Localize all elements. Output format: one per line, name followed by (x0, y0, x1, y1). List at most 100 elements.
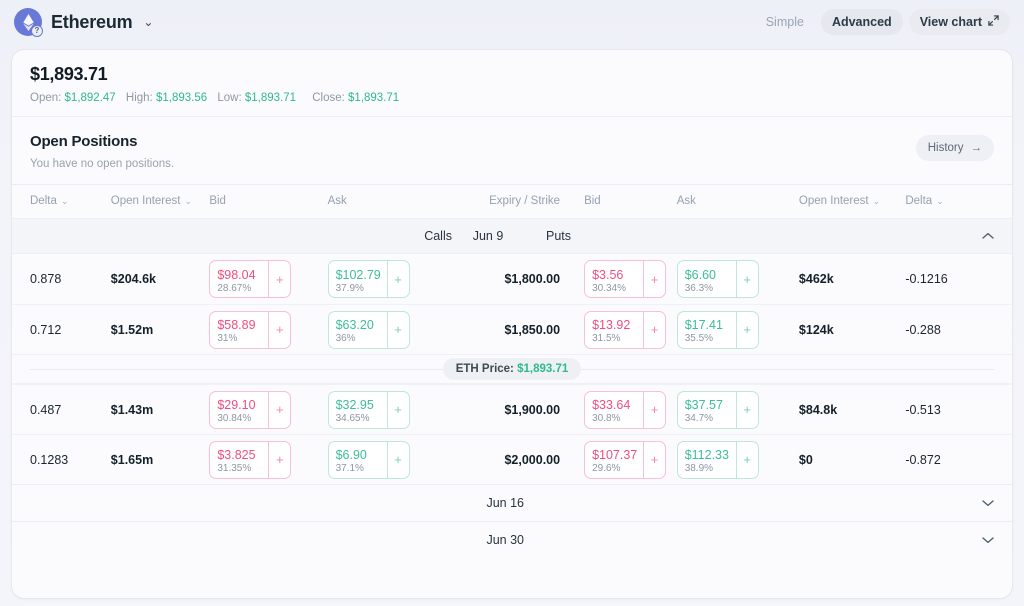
add-icon[interactable]: + (386, 391, 409, 428)
mode-tab-simple[interactable]: Simple (755, 9, 815, 35)
column-label: Delta (30, 195, 57, 207)
call-bid-quote[interactable]: $98.04 28.67% + (209, 260, 292, 298)
chevron-down-icon: ⌄ (184, 195, 193, 206)
call-ask-quote[interactable]: $32.95 34.65% + (327, 390, 410, 429)
put-bid-cell: $33.64 30.8% + (560, 390, 677, 429)
put-delta: -0.288 (905, 322, 941, 337)
call-delta: 0.487 (30, 402, 62, 417)
quote-values: $3.56 30.34% (585, 261, 643, 297)
call-ask-quote[interactable]: $102.79 37.9% + (327, 260, 410, 298)
call-bid-quote[interactable]: $3.825 31.35% + (209, 440, 292, 479)
asset-badge-icon: ? (31, 25, 43, 37)
expiry-label: Jun 16 (486, 496, 524, 510)
view-chart-button[interactable]: View chart (908, 9, 1010, 35)
put-ask-quote[interactable]: $17.41 35.5% + (676, 310, 759, 349)
quote-iv: 37.9% (335, 282, 364, 294)
quote-values: $58.89 31% (210, 312, 268, 348)
price-header: $1,893.71 Open: $1,892.47 High: $1,893.5… (12, 50, 1012, 116)
add-icon[interactable]: + (386, 261, 409, 297)
ohlc-summary: Open: $1,892.47 High: $1,893.56 Low: $1,… (30, 92, 994, 104)
quote-iv: 30.8% (592, 413, 621, 424)
add-icon[interactable]: + (735, 391, 758, 428)
call-bid-cell: $3.825 31.35% + (209, 440, 327, 479)
put-delta: -0.513 (905, 402, 941, 417)
column-header-delta-puts[interactable]: Delta ⌄ (905, 195, 994, 207)
add-icon[interactable]: + (386, 311, 409, 348)
put-ask-cell: $17.41 35.5% + (676, 310, 795, 349)
add-icon[interactable]: + (268, 261, 290, 297)
options-table-body: 0.878 $204.6k $98.04 28.67% + $102.79 37… (12, 254, 1012, 598)
expiry-group-header-collapsed[interactable]: Jun 16 (12, 484, 1012, 521)
call-bid-quote[interactable]: $58.89 31% + (209, 310, 292, 349)
quote-values: $98.04 28.67% (210, 261, 268, 297)
column-header-open-interest-puts[interactable]: Open Interest ⌄ (795, 195, 905, 207)
call-ask-quote[interactable]: $6.90 37.1% + (327, 440, 410, 479)
chevron-down-icon[interactable] (524, 533, 1012, 547)
call-open-interest: $204.6k (110, 272, 156, 286)
put-bid-quote[interactable]: $107.37 29.6% + (584, 440, 667, 479)
add-icon[interactable]: + (643, 311, 665, 348)
add-icon[interactable]: + (643, 261, 665, 297)
quote-price: $13.92 (592, 318, 631, 332)
put-open-interest: $0 (798, 452, 813, 467)
collapse-toggle[interactable] (604, 229, 1012, 243)
expiry-group-header-jun-9[interactable]: Calls Jun 9 Puts (12, 219, 1012, 254)
put-ask-quote[interactable]: $6.60 36.3% + (676, 260, 759, 298)
quote-values: $37.57 34.7% (678, 392, 736, 428)
expiry-label: Jun 9 (472, 229, 504, 243)
column-header-delta-calls[interactable]: Delta ⌄ (12, 195, 111, 207)
ohlc-open-label: Open: (30, 92, 62, 104)
put-ask-quote[interactable]: $112.33 38.9% + (676, 440, 759, 479)
mode-tab-advanced[interactable]: Advanced (820, 9, 903, 35)
put-ask-quote[interactable]: $37.57 34.7% + (676, 390, 759, 429)
call-open-interest: $1.65m (110, 452, 154, 467)
quote-values: $63.20 36% (329, 312, 387, 348)
add-icon[interactable]: + (268, 391, 290, 428)
column-label: Expiry / Strike (489, 195, 561, 207)
option-chain-row: 0.712 $1.52m $58.89 31% + $63.20 36% + $… (12, 304, 1012, 354)
call-ask-cell: $6.90 37.1% + (327, 440, 448, 479)
quote-price: $107.37 (592, 448, 638, 462)
quote-values: $102.79 37.9% (329, 261, 387, 297)
history-button[interactable]: History → (915, 135, 994, 161)
spot-price: $1,893.71 (30, 64, 108, 84)
add-icon[interactable]: + (643, 441, 665, 478)
calls-label: Calls (424, 229, 452, 243)
quote-iv: 30.84% (217, 413, 252, 424)
call-ask-quote[interactable]: $63.20 36% + (327, 310, 410, 349)
quote-values: $32.95 34.65% (329, 392, 387, 428)
put-open-interest: $84.8k (798, 402, 838, 417)
add-icon[interactable]: + (268, 441, 290, 478)
main-card: $1,893.71 Open: $1,892.47 High: $1,893.5… (12, 50, 1012, 598)
ohlc-low-label: Low: (217, 92, 242, 104)
open-positions-section: Open Positions You have no open position… (12, 117, 1012, 184)
chevron-down-icon: ⌄ (60, 195, 69, 206)
put-bid-quote[interactable]: $33.64 30.8% + (584, 390, 667, 429)
chevron-down-icon[interactable] (524, 496, 1012, 510)
chevron-down-icon[interactable]: ⌄ (143, 16, 153, 28)
quote-values: $13.92 31.5% (585, 312, 643, 348)
add-icon[interactable]: + (268, 311, 290, 348)
expiry-group-header-collapsed[interactable]: Jun 30 (12, 521, 1012, 558)
options-table-header: Delta ⌄ Open Interest ⌄ Bid Ask Expiry /… (12, 185, 1012, 219)
option-chain-row: 0.487 $1.43m $29.10 30.84% + $32.95 34.6… (12, 384, 1012, 434)
add-icon[interactable]: + (643, 391, 665, 428)
add-icon[interactable]: + (735, 441, 758, 478)
quote-iv: 38.9% (684, 463, 714, 474)
quote-iv: 30.34% (592, 282, 626, 294)
spot-price-pill: ETH Price: $1,893.71 (442, 358, 582, 380)
strike-price: $2,000.00 (504, 452, 561, 467)
add-icon[interactable]: + (735, 311, 758, 348)
chevron-down-icon: ⌄ (872, 195, 881, 206)
put-bid-quote[interactable]: $13.92 31.5% + (584, 310, 667, 349)
call-bid-cell: $98.04 28.67% + (209, 260, 327, 298)
put-bid-cell: $107.37 29.6% + (560, 440, 677, 479)
add-icon[interactable]: + (735, 261, 758, 297)
add-icon[interactable]: + (386, 441, 409, 478)
asset-selector[interactable]: ? Ethereum ⌄ (14, 8, 153, 37)
call-bid-quote[interactable]: $29.10 30.84% + (209, 390, 292, 429)
put-bid-quote[interactable]: $3.56 30.34% + (584, 260, 667, 298)
call-delta: 0.712 (30, 322, 62, 337)
column-header-open-interest-calls[interactable]: Open Interest ⌄ (111, 195, 210, 207)
put-ask-cell: $112.33 38.9% + (676, 440, 795, 479)
